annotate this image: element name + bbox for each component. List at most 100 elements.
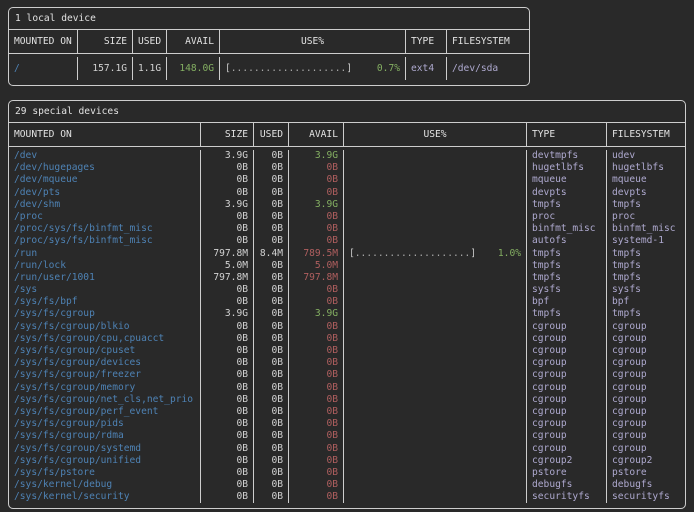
local-devices-table-header: MOUNTED ON SIZE USED AVAIL USE% TYPE FIL… bbox=[9, 30, 529, 54]
filesystem-value: cgroup bbox=[607, 406, 685, 418]
size-value: 0B bbox=[201, 296, 254, 308]
type-value: cgroup bbox=[527, 443, 607, 455]
filesystem-value: cgroup bbox=[607, 369, 685, 381]
filesystem-value: systemd-1 bbox=[607, 235, 685, 247]
mounted-on-value: /sys bbox=[9, 284, 201, 296]
column-header-mounted-on: MOUNTED ON bbox=[9, 30, 78, 53]
size-value: 0B bbox=[201, 162, 254, 174]
mounted-on-value: /run bbox=[9, 248, 201, 260]
used-value: 0B bbox=[254, 321, 289, 333]
filesystem-value: cgroup2 bbox=[607, 455, 685, 467]
used-value: 0B bbox=[254, 296, 289, 308]
use-pct-cell bbox=[344, 430, 527, 442]
type-value: binfmt_misc bbox=[527, 223, 607, 235]
mounted-on-value: /run/user/1001 bbox=[9, 272, 201, 284]
table-row: /sys/fs/cgroup/unified0B0B0Bcgroup2cgrou… bbox=[9, 455, 685, 467]
use-pct-cell bbox=[344, 455, 527, 467]
filesystem-value: cgroup bbox=[607, 357, 685, 369]
mounted-on-value: /sys/fs/cgroup/unified bbox=[9, 455, 201, 467]
filesystem-value: securityfs bbox=[607, 491, 685, 503]
avail-value: 0B bbox=[289, 491, 344, 503]
type-value: sysfs bbox=[527, 284, 607, 296]
type-value: pstore bbox=[527, 467, 607, 479]
avail-value: 0B bbox=[289, 418, 344, 430]
size-value: 0B bbox=[201, 467, 254, 479]
filesystem-value: cgroup bbox=[607, 443, 685, 455]
special-devices-table-body: /dev3.9G0B3.9Gdevtmpfsudev/dev/hugepages… bbox=[9, 147, 685, 508]
avail-value: 0B bbox=[289, 223, 344, 235]
used-value: 0B bbox=[254, 187, 289, 199]
size-value: 3.9G bbox=[201, 150, 254, 162]
column-header-used: USED bbox=[254, 123, 289, 146]
size-value: 0B bbox=[201, 491, 254, 503]
filesystem-value: cgroup bbox=[607, 333, 685, 345]
mounted-on-value: /sys/fs/cgroup/pids bbox=[9, 418, 201, 430]
mounted-on-value: / bbox=[9, 57, 78, 80]
used-value: 0B bbox=[254, 443, 289, 455]
filesystem-value: debugfs bbox=[607, 479, 685, 491]
size-value: 0B bbox=[201, 357, 254, 369]
type-value: hugetlbfs bbox=[527, 162, 607, 174]
avail-value: 0B bbox=[289, 296, 344, 308]
usage-bar: [....................] bbox=[225, 57, 352, 80]
type-value: ext4 bbox=[406, 57, 447, 80]
used-value: 0B bbox=[254, 284, 289, 296]
type-value: cgroup bbox=[527, 321, 607, 333]
filesystem-value: cgroup bbox=[607, 394, 685, 406]
type-value: autofs bbox=[527, 235, 607, 247]
use-pct-cell bbox=[344, 308, 527, 320]
avail-value: 3.9G bbox=[289, 150, 344, 162]
column-header-use-pct: USE% bbox=[220, 30, 406, 53]
avail-value: 0B bbox=[289, 443, 344, 455]
use-pct-cell bbox=[344, 406, 527, 418]
used-value: 0B bbox=[254, 394, 289, 406]
used-value: 0B bbox=[254, 418, 289, 430]
type-value: tmpfs bbox=[527, 199, 607, 211]
size-value: 157.1G bbox=[78, 57, 133, 80]
avail-value: 0B bbox=[289, 211, 344, 223]
use-pct-cell bbox=[344, 333, 527, 345]
size-value: 0B bbox=[201, 418, 254, 430]
mounted-on-value: /proc/sys/fs/binfmt_misc bbox=[9, 223, 201, 235]
filesystem-value: mqueue bbox=[607, 174, 685, 186]
use-pct-cell bbox=[344, 357, 527, 369]
mounted-on-value: /proc/sys/fs/binfmt_misc bbox=[9, 235, 201, 247]
column-header-avail: AVAIL bbox=[289, 123, 344, 146]
use-pct-cell bbox=[344, 162, 527, 174]
used-value: 0B bbox=[254, 369, 289, 381]
avail-value: 3.9G bbox=[289, 199, 344, 211]
size-value: 0B bbox=[201, 333, 254, 345]
column-header-filesystem: FILESYSTEM bbox=[607, 123, 685, 146]
table-row: /sys/fs/pstore0B0B0Bpstorepstore bbox=[9, 467, 685, 479]
avail-value: 0B bbox=[289, 479, 344, 491]
used-value: 0B bbox=[254, 467, 289, 479]
filesystem-value: proc bbox=[607, 211, 685, 223]
use-pct-cell bbox=[344, 260, 527, 272]
table-row: /dev/pts0B0B0Bdevptsdevpts bbox=[9, 187, 685, 199]
avail-value: 0B bbox=[289, 406, 344, 418]
used-value: 0B bbox=[254, 382, 289, 394]
used-value: 0B bbox=[254, 406, 289, 418]
avail-value: 0B bbox=[289, 357, 344, 369]
used-value: 0B bbox=[254, 260, 289, 272]
size-value: 3.9G bbox=[201, 199, 254, 211]
mounted-on-value: /dev bbox=[9, 150, 201, 162]
table-row: /dev/hugepages0B0B0Bhugetlbfshugetlbfs bbox=[9, 162, 685, 174]
usage-bar: [....................] bbox=[349, 248, 476, 260]
filesystem-value: udev bbox=[607, 150, 685, 162]
type-value: cgroup bbox=[527, 394, 607, 406]
mounted-on-value: /dev/shm bbox=[9, 199, 201, 211]
size-value: 0B bbox=[201, 235, 254, 247]
use-pct-cell bbox=[344, 284, 527, 296]
avail-value: 0B bbox=[289, 394, 344, 406]
size-value: 0B bbox=[201, 223, 254, 235]
filesystem-value: tmpfs bbox=[607, 248, 685, 260]
filesystem-value: devpts bbox=[607, 187, 685, 199]
column-header-mounted-on: MOUNTED ON bbox=[9, 123, 201, 146]
table-row: /sys0B0B0Bsysfssysfs bbox=[9, 284, 685, 296]
table-row: /sys/fs/cgroup/memory0B0B0Bcgroupcgroup bbox=[9, 382, 685, 394]
avail-value: 0B bbox=[289, 369, 344, 381]
size-value: 3.9G bbox=[201, 308, 254, 320]
table-row: /run797.8M8.4M789.5M[...................… bbox=[9, 248, 685, 260]
used-value: 0B bbox=[254, 199, 289, 211]
